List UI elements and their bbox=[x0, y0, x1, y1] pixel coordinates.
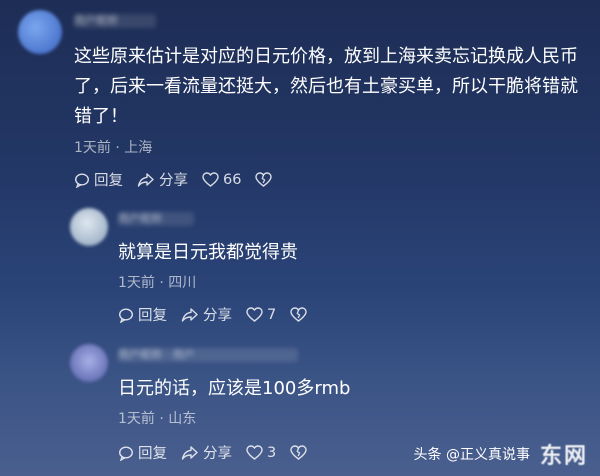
comment-meta: 1天前 · 四川 bbox=[118, 272, 196, 292]
reply-button[interactable]: 回复 bbox=[74, 169, 123, 190]
share-icon bbox=[181, 445, 198, 460]
share-button[interactable]: 分享 bbox=[137, 169, 188, 190]
share-label: 分享 bbox=[203, 446, 232, 462]
reply-icon bbox=[118, 307, 134, 323]
watermark-logo: 东网 bbox=[539, 444, 588, 469]
comment-meta: 1天前 · 山东 bbox=[118, 408, 196, 428]
share-icon bbox=[137, 172, 154, 187]
reply-icon bbox=[118, 445, 134, 461]
like-count: 3 bbox=[267, 444, 277, 461]
share-icon bbox=[181, 307, 198, 322]
avatar[interactable] bbox=[70, 344, 108, 382]
reply-icon bbox=[74, 172, 90, 188]
reply-label: 回复 bbox=[138, 446, 167, 462]
meta-separator: · bbox=[159, 411, 169, 427]
comment-text: 这些原来估计是对应的日元价格，放到上海来卖忘记换成人民币了，后来一看流量还挺大，… bbox=[74, 46, 578, 127]
comment-actions: 回复 分享 66 bbox=[74, 169, 290, 190]
time: 1天前 bbox=[74, 140, 111, 156]
comment-2: 用户昵称 就算是日元我都觉得贵 1天前 · 四川 回复 分享 7 bbox=[0, 200, 600, 330]
comment-actions: 回复 分享 7 bbox=[118, 304, 325, 325]
heart-icon bbox=[246, 307, 263, 322]
dislike-button[interactable] bbox=[290, 307, 311, 322]
dislike-button[interactable] bbox=[290, 445, 311, 460]
like-button[interactable]: 7 bbox=[246, 307, 276, 323]
like-button[interactable]: 66 bbox=[202, 172, 241, 188]
comment-meta: 1天前 · 上海 bbox=[74, 137, 152, 157]
like-count: 7 bbox=[267, 306, 277, 323]
like-count: 66 bbox=[223, 171, 242, 188]
broken-heart-icon bbox=[255, 172, 273, 187]
comment-text: 日元的话，应该是100多rmb bbox=[118, 378, 351, 399]
avatar[interactable] bbox=[18, 10, 62, 54]
broken-heart-icon bbox=[290, 307, 307, 322]
location: 四川 bbox=[168, 275, 197, 291]
avatar[interactable] bbox=[70, 208, 108, 246]
location: 山东 bbox=[168, 411, 197, 427]
time: 1天前 bbox=[118, 411, 155, 427]
share-label: 分享 bbox=[203, 308, 232, 324]
reply-button[interactable]: 回复 bbox=[118, 304, 167, 325]
reply-label: 回复 bbox=[138, 308, 167, 324]
share-button[interactable]: 分享 bbox=[181, 442, 232, 463]
username[interactable]: 用户昵称 · 用户 bbox=[118, 348, 298, 362]
meta-separator: · bbox=[159, 275, 169, 291]
username[interactable]: 用户昵称 bbox=[118, 212, 194, 226]
time: 1天前 bbox=[118, 275, 155, 291]
username[interactable]: 用户昵称 bbox=[74, 14, 156, 28]
share-button[interactable]: 分享 bbox=[181, 304, 232, 325]
watermark: 头条 @正义真说事 东网 bbox=[414, 438, 592, 470]
meta-separator: · bbox=[115, 140, 125, 156]
reply-button[interactable]: 回复 bbox=[118, 442, 167, 463]
broken-heart-icon bbox=[290, 445, 307, 460]
location: 上海 bbox=[124, 140, 153, 156]
watermark-text: 头条 @正义真说事 bbox=[413, 447, 530, 463]
comment-actions: 回复 分享 3 bbox=[118, 442, 325, 463]
dislike-button[interactable] bbox=[255, 172, 276, 187]
reply-label: 回复 bbox=[94, 173, 123, 189]
share-label: 分享 bbox=[159, 173, 188, 189]
comment-text: 就算是日元我都觉得贵 bbox=[118, 242, 298, 263]
like-button[interactable]: 3 bbox=[246, 445, 276, 461]
comment-1: 用户昵称 这些原来估计是对应的日元价格，放到上海来卖忘记换成人民币了，后来一看流… bbox=[0, 0, 600, 200]
heart-icon bbox=[246, 445, 263, 460]
heart-icon bbox=[202, 172, 219, 187]
